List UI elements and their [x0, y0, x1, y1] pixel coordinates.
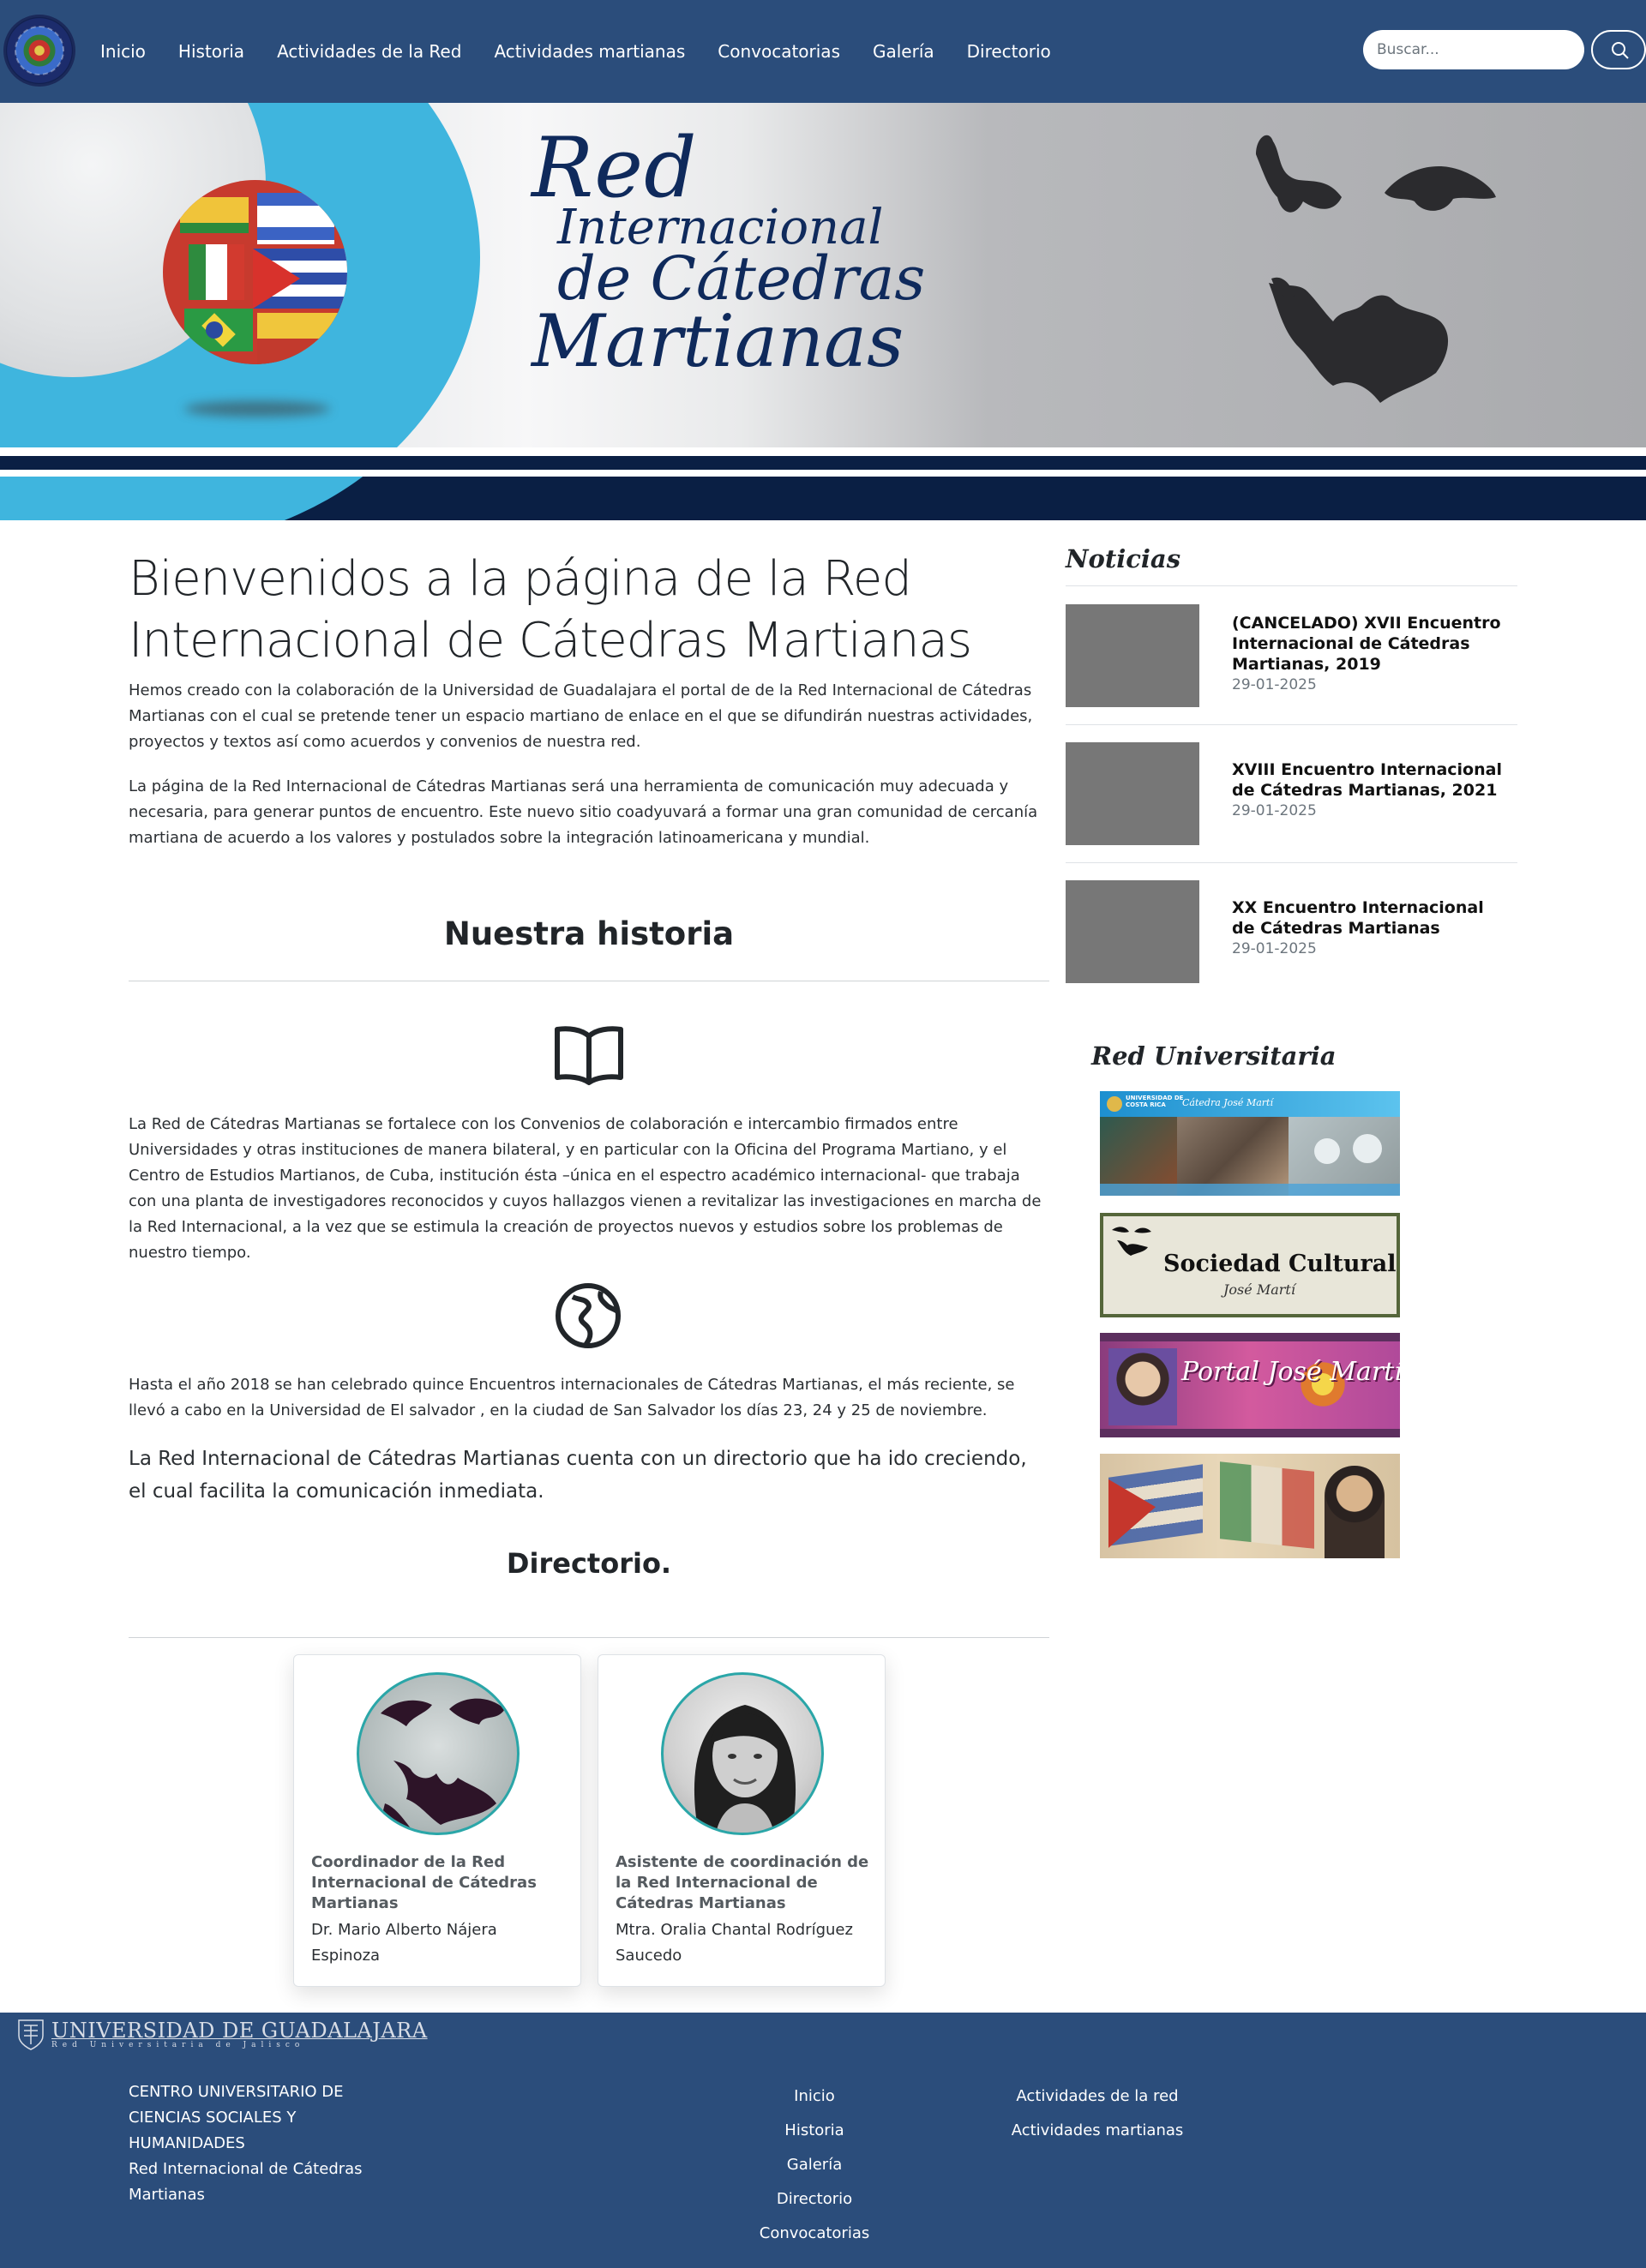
card-name: Mtra. Oralia Chantal Rodríguez Saucedo — [616, 1921, 853, 1965]
main-content: Bienvenidos a la página de la Red Intern… — [129, 549, 1049, 1987]
udg-logo[interactable]: UNIVERSIDAD DE GUADALAJARA Red Universit… — [15, 2017, 428, 2051]
nav-item-actividades-red[interactable]: Actividades de la Red — [261, 41, 478, 62]
avatar — [661, 1672, 824, 1835]
divider — [129, 1637, 1049, 1638]
marti-mini-silhouette — [1112, 1227, 1151, 1256]
footer-link-historia[interactable]: Historia — [729, 2114, 900, 2148]
marti-portrait-image — [377, 1698, 505, 1833]
nav-item-directorio[interactable]: Directorio — [951, 41, 1067, 62]
portal-jose-marti-banner[interactable]: Portal José Martí — [1100, 1333, 1400, 1437]
news-title[interactable]: XX Encuentro Internacional de Cátedras M… — [1232, 897, 1506, 939]
card-role: Asistente de coordinación de la Red Inte… — [616, 1853, 869, 1912]
news-item[interactable]: XVIII Encuentro Internacional de Cátedra… — [1066, 742, 1517, 845]
intro-paragraph-2: La página de la Red Internacional de Cát… — [129, 777, 1038, 848]
open-book-icon — [555, 1026, 623, 1085]
nav-item-actividades-martianas[interactable]: Actividades martianas — [478, 41, 701, 62]
person-portrait-image — [694, 1705, 796, 1833]
news-thumbnail — [1066, 742, 1199, 845]
divider — [1066, 724, 1517, 725]
flags-globe-image — [163, 180, 347, 364]
noticias-heading: Noticias — [1066, 544, 1181, 573]
banner-background: Red Internacional de Cátedras Martianas — [0, 103, 1646, 520]
footer-links-2: Actividades de la red Actividades martia… — [994, 2079, 1200, 2148]
marti-silhouette-image — [1256, 135, 1496, 403]
divider — [1066, 585, 1517, 586]
footer-link-actividades-red[interactable]: Actividades de la red — [994, 2079, 1200, 2114]
news-thumbnail — [1066, 604, 1199, 707]
nav-item-inicio[interactable]: Inicio — [84, 41, 162, 62]
footer-link-directorio[interactable]: Directorio — [729, 2182, 900, 2217]
historia-paragraph: La Red de Cátedras Martianas se fortalec… — [129, 1115, 1042, 1262]
news-item[interactable]: (CANCELADO) XVII Encuentro Internacional… — [1066, 604, 1517, 707]
nav-item-convocatorias[interactable]: Convocatorias — [701, 41, 856, 62]
directory-card[interactable]: Coordinador de la Red Internacional de C… — [293, 1654, 581, 1987]
banner-title-line1: Red — [532, 120, 698, 216]
news-item[interactable]: XX Encuentro Internacional de Cátedras M… — [1066, 880, 1517, 983]
historia-heading: Nuestra historia — [443, 915, 735, 952]
udg-logo-name: UNIVERSIDAD DE GUADALAJARA — [51, 2019, 428, 2043]
directorio-heading: Directorio. — [506, 1547, 672, 1580]
directory-card[interactable]: Asistente de coordinación de la Red Inte… — [598, 1654, 886, 1987]
nav-item-historia[interactable]: Historia — [162, 41, 261, 62]
intro-paragraph-1: Hemos creado con la colaboración de la U… — [129, 681, 1033, 752]
sociedad-cultural-banner[interactable]: Sociedad Cultural José Martí — [1100, 1213, 1400, 1317]
footer-link-actividades-martianas[interactable]: Actividades martianas — [994, 2114, 1200, 2148]
news-title[interactable]: XVIII Encuentro Internacional de Cátedra… — [1232, 759, 1506, 801]
footer-red: Red Internacional de Cátedras Martianas — [129, 2160, 363, 2204]
card-name: Dr. Mario Alberto Nájera Espinoza — [311, 1921, 497, 1965]
footer-centro: CENTRO UNIVERSITARIO DE CIENCIAS SOCIALE… — [129, 2083, 344, 2152]
globe-americas-icon — [556, 1283, 621, 1348]
search-icon — [1612, 42, 1629, 59]
search-input[interactable] — [1363, 30, 1584, 69]
top-navbar: Inicio Historia Actividades de la Red Ac… — [0, 0, 1646, 103]
search-button[interactable] — [1591, 30, 1646, 69]
news-date: 29-01-2025 — [1232, 802, 1317, 819]
footer: UNIVERSIDAD DE GUADALAJARA Red Universit… — [0, 2013, 1646, 2268]
divider — [1066, 862, 1517, 863]
footer-link-convocatorias[interactable]: Convocatorias — [729, 2217, 900, 2251]
marti-flags-banner[interactable] — [1100, 1454, 1400, 1558]
nav-links: Inicio Historia Actividades de la Red Ac… — [84, 0, 1067, 103]
nav-item-galeria[interactable]: Galería — [856, 41, 951, 62]
footer-links-1: Inicio Historia Galería Directorio Convo… — [729, 2079, 900, 2251]
news-date: 29-01-2025 — [1232, 676, 1317, 693]
ucr-catedra-banner[interactable]: UNIVERSIDAD DE COSTA RICA Cátedra José M… — [1100, 1091, 1400, 1196]
card-role: Coordinador de la Red Internacional de C… — [311, 1853, 537, 1912]
hero-banner: Red Internacional de Cátedras Martianas — [0, 103, 1646, 520]
banner-title: Red Internacional de Cátedras Martianas — [532, 127, 934, 377]
banner-title-line4: Martianas — [532, 299, 904, 383]
footer-address: CENTRO UNIVERSITARIO DE CIENCIAS SOCIALE… — [129, 2079, 377, 2208]
footer-link-galeria[interactable]: Galería — [729, 2148, 900, 2182]
site-logo[interactable] — [3, 15, 75, 87]
page-title: Bienvenidos a la página de la Red Intern… — [129, 551, 972, 669]
red-universitaria-heading: Red Universitaria — [1091, 1041, 1337, 1071]
directorio-paragraph: La Red Internacional de Cátedras Martian… — [129, 1448, 1027, 1503]
news-date: 29-01-2025 — [1232, 940, 1317, 957]
news-title[interactable]: (CANCELADO) XVII Encuentro Internacional… — [1232, 613, 1506, 675]
avatar — [357, 1672, 520, 1835]
udg-seal-icon — [18, 2019, 44, 2050]
news-thumbnail — [1066, 880, 1199, 983]
encuentros-paragraph: Hasta el año 2018 se han celebrado quinc… — [129, 1376, 1015, 1419]
footer-link-inicio[interactable]: Inicio — [729, 2079, 900, 2114]
